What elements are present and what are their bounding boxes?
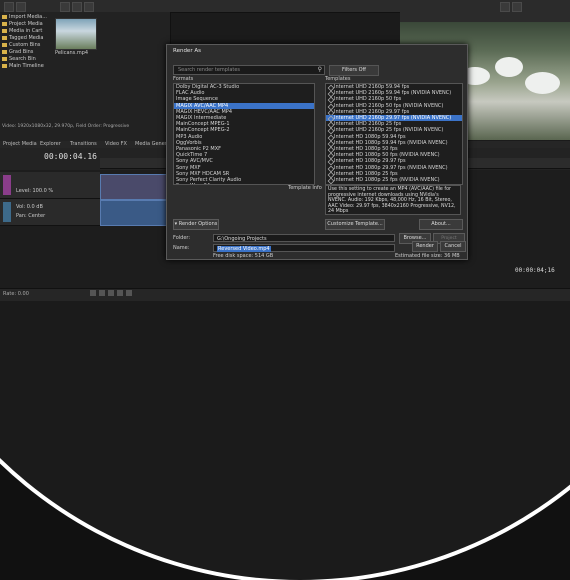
tab-project-media[interactable]: Project Media: [3, 141, 37, 147]
preview-timecode: 00:00:04;16: [515, 267, 555, 274]
record-icon[interactable]: [90, 290, 96, 296]
about-label: About...: [431, 221, 451, 227]
tab-transitions[interactable]: Transitions: [70, 141, 97, 147]
media-thumbnail-label: Pelicans.mp4: [55, 50, 89, 56]
cancel-label: Cancel: [444, 243, 462, 249]
template-search-input[interactable]: Search render templates ⚲: [173, 65, 325, 75]
transport-controls: [90, 290, 135, 298]
tree-item[interactable]: Project Media: [2, 21, 50, 28]
search-icon[interactable]: ⚲: [318, 66, 322, 73]
template-info-label: Template Info: [288, 185, 322, 191]
customize-template-label: Customize Template...: [327, 221, 383, 227]
play-icon[interactable]: [108, 290, 114, 296]
audio-track-header[interactable]: Vol: 0.0 dB Pan: Center: [0, 199, 100, 226]
folder-field[interactable]: G:\Ongoing Projects: [213, 234, 395, 242]
track-pan-label: Pan: Center: [16, 213, 46, 219]
folder-value: G:\Ongoing Projects: [217, 236, 267, 242]
search-placeholder: Search render templates: [178, 67, 241, 73]
folder-label: Folder:: [173, 235, 191, 241]
file-name-value: Reversed Video.mp4: [217, 246, 271, 252]
preview-subject: [495, 57, 523, 77]
template-info-text: Use this setting to create an MP4 (AVC/A…: [325, 185, 461, 215]
formats-list[interactable]: Dolby Digital AC-3 Studio FLAC Audio Image…: [173, 83, 315, 185]
name-label: Name:: [173, 245, 190, 251]
cancel-button[interactable]: Cancel: [440, 241, 466, 252]
media-thumbnail[interactable]: [55, 18, 97, 50]
open-icon[interactable]: [4, 2, 14, 12]
templates-label: Templates: [325, 76, 351, 82]
video-track-header[interactable]: Level: 100.0 %: [0, 172, 100, 199]
tab-video-fx[interactable]: Video FX: [105, 141, 127, 147]
tree-item[interactable]: Media in Cart: [2, 28, 50, 35]
track-color-strip: [3, 175, 11, 195]
loop-icon[interactable]: [99, 290, 105, 296]
formats-label: Formats: [173, 76, 194, 82]
video-clip[interactable]: [100, 174, 172, 200]
tree-item[interactable]: Search Bin: [2, 56, 50, 63]
media-bin-tree: Import Media... Project Media Media in C…: [2, 14, 50, 70]
settings-icon[interactable]: [500, 2, 510, 12]
templates-list[interactable]: Internet UHD 2160p 59.94 fps Internet UHD…: [325, 83, 463, 185]
tree-item[interactable]: Tagged Media: [2, 35, 50, 42]
pause-icon[interactable]: [117, 290, 123, 296]
file-name-field[interactable]: Reversed Video.mp4: [213, 244, 395, 252]
customize-template-button[interactable]: Customize Template...: [325, 219, 385, 230]
tab-explorer[interactable]: Explorer: [40, 141, 61, 147]
filters-label: Filters Off: [342, 67, 366, 73]
status-bar: Rate: 0.00: [0, 288, 570, 301]
cut-icon[interactable]: [60, 2, 70, 12]
tree-item[interactable]: Grad Bins: [2, 49, 50, 56]
about-button[interactable]: About...: [419, 219, 463, 230]
paste-icon[interactable]: [84, 2, 94, 12]
tree-item[interactable]: Custom Bins: [2, 42, 50, 49]
tree-item[interactable]: Import Media...: [2, 14, 50, 21]
track-level-label: Level: 100.0 %: [16, 188, 54, 194]
media-info-text: Video: 1920x1080x32, 29.970p, Field Orde…: [2, 124, 130, 129]
filters-button[interactable]: Filters Off: [329, 65, 379, 76]
render-options-label: Render Options: [178, 221, 218, 227]
render-as-dialog: Render As Search render templates ⚲ Filt…: [166, 44, 468, 260]
template-item[interactable]: Internet HD 1080p 25 fps (NVIDIA NVENC): [326, 177, 462, 183]
status-rate: Rate: 0.00: [3, 291, 29, 297]
track-volume-label: Vol: 0.0 dB: [16, 204, 43, 210]
track-color-strip: [3, 202, 11, 222]
timeline-timecode: 00:00:04.16: [44, 152, 97, 161]
render-button[interactable]: Render: [412, 241, 438, 252]
render-options-button[interactable]: ▾ Render Options: [173, 219, 219, 230]
grid-icon[interactable]: [512, 2, 522, 12]
free-disk-space: Free disk space: 514 GB: [213, 253, 274, 259]
save-icon[interactable]: [16, 2, 26, 12]
stop-icon[interactable]: [126, 290, 132, 296]
copy-icon[interactable]: [72, 2, 82, 12]
preview-subject: [525, 72, 560, 94]
audio-clip[interactable]: [100, 200, 172, 226]
preview-toolbar: [400, 12, 570, 22]
estimated-file-size: Estimated file size: 36 MB: [395, 253, 460, 259]
dialog-title: Render As: [173, 48, 201, 54]
tree-item[interactable]: Main Timeline: [2, 63, 50, 70]
render-label: Render: [416, 243, 434, 249]
